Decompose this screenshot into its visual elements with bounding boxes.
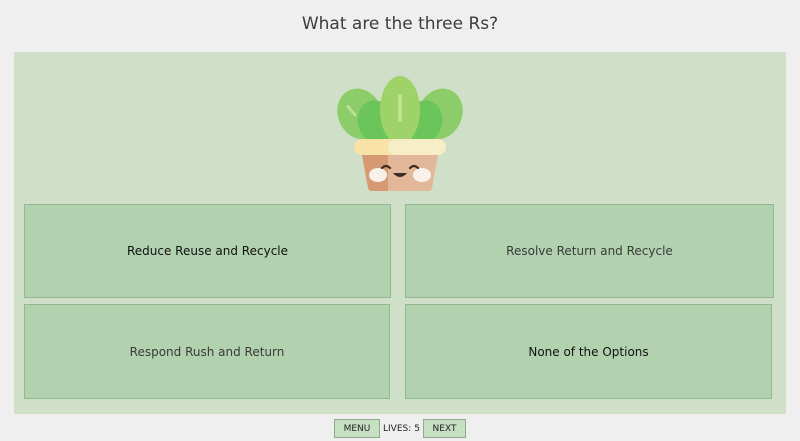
footer-bar: MENU LIVES: 5 NEXT <box>0 418 800 439</box>
answer-option-1-label: Reduce Reuse and Recycle <box>126 244 289 258</box>
lives-value: 5 <box>414 423 420 434</box>
next-button[interactable]: NEXT <box>423 419 466 438</box>
answer-option-1[interactable]: Reduce Reuse and Recycle <box>24 204 391 298</box>
potted-plant-icon <box>337 76 463 191</box>
menu-button[interactable]: MENU <box>334 419 380 438</box>
answer-option-3[interactable]: Respond Rush and Return <box>24 304 390 399</box>
question-title: What are the three Rs? <box>301 14 499 34</box>
lives-counter: LIVES: 5 <box>383 424 420 434</box>
quiz-panel: Reduce Reuse and Recycle Resolve Return … <box>14 52 786 414</box>
answer-option-4[interactable]: None of the Options <box>405 304 772 399</box>
answer-option-4-label: None of the Options <box>528 344 649 359</box>
answer-option-2-label: Resolve Return and Recycle <box>506 244 673 258</box>
answer-option-2[interactable]: Resolve Return and Recycle <box>405 204 774 298</box>
lives-label: LIVES: <box>383 423 412 434</box>
answer-option-3-label: Respond Rush and Return <box>129 344 285 359</box>
